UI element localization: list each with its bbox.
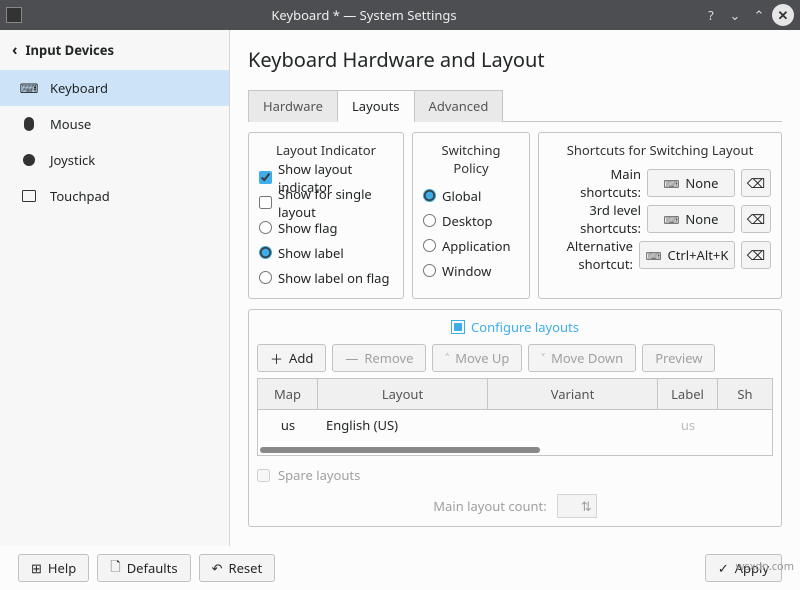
group-title: Layout Indicator: [259, 141, 393, 159]
sidebar-item-touchpad[interactable]: Touchpad: [0, 178, 229, 214]
app-icon: [6, 7, 22, 23]
sidebar-item-label: Mouse: [50, 115, 91, 133]
page-title: Keyboard Hardware and Layout: [248, 46, 782, 73]
checkbox-spare-layouts: [257, 469, 270, 482]
clear-third-shortcut[interactable]: ⌫: [741, 205, 771, 233]
col-map[interactable]: Map: [258, 379, 318, 409]
clear-main-shortcut[interactable]: ⌫: [741, 169, 771, 197]
keyboard-icon: [663, 210, 679, 228]
chevron-left-icon: ‹: [12, 40, 17, 60]
plus-icon: ＋: [270, 349, 283, 368]
group-shortcuts: Shortcuts for Switching Layout Main shor…: [538, 132, 782, 299]
opt-show-label[interactable]: Show label: [259, 240, 393, 265]
sidebar-item-joystick[interactable]: Joystick: [0, 142, 229, 178]
opt-global[interactable]: Global: [423, 183, 519, 208]
col-label[interactable]: Label: [658, 379, 718, 409]
opt-application[interactable]: Application: [423, 233, 519, 258]
tab-hardware[interactable]: Hardware: [248, 90, 338, 122]
sidebar-item-keyboard[interactable]: ⌨ Keyboard: [0, 70, 229, 106]
remove-button[interactable]: —Remove: [332, 344, 426, 372]
chevron-down-icon: ˅: [541, 349, 545, 367]
keyboard-icon: ⌨: [20, 79, 38, 97]
keyboard-icon: [663, 174, 679, 192]
watermark: wsxdn.com: [736, 559, 794, 574]
alt-shortcut-button[interactable]: Ctrl+Alt+K: [639, 241, 735, 269]
chevron-up-icon: ˄: [445, 349, 449, 367]
tab-layouts[interactable]: Layouts: [337, 90, 415, 122]
third-shortcut-button[interactable]: None: [647, 205, 735, 233]
radio-show-label[interactable]: [259, 246, 272, 259]
radio-global[interactable]: [423, 189, 436, 202]
group-layout-indicator: Layout Indicator Show layout indicator S…: [248, 132, 404, 299]
titlebar: Keyboard * — System Settings ? ⌄ ⌃ ✕: [0, 0, 800, 30]
opt-show-for-single[interactable]: Show for single layout: [259, 190, 393, 215]
tabs: Hardware Layouts Advanced: [248, 89, 782, 122]
radio-show-flag[interactable]: [259, 221, 272, 234]
help-button[interactable]: ?: [700, 4, 722, 26]
footer: ⊞Help 🗋Defaults ↶Reset ✓Apply: [0, 546, 800, 590]
radio-show-label-on-flag[interactable]: [259, 271, 272, 284]
radio-window[interactable]: [423, 264, 436, 277]
tab-advanced[interactable]: Advanced: [414, 90, 504, 122]
move-up-button[interactable]: ˄Move Up: [432, 344, 522, 372]
sidebar-item-label: Keyboard: [50, 79, 108, 97]
label-main-shortcuts: Main shortcuts:: [549, 165, 641, 201]
add-button[interactable]: ＋Add: [257, 344, 326, 372]
horizontal-scrollbar[interactable]: [260, 447, 770, 453]
radio-desktop[interactable]: [423, 214, 436, 227]
close-button[interactable]: ✕: [772, 4, 794, 26]
back-button[interactable]: ‹ Input Devices: [0, 30, 229, 70]
document-icon: 🗋: [110, 557, 120, 580]
joystick-icon: [20, 153, 38, 167]
opt-desktop[interactable]: Desktop: [423, 208, 519, 233]
window-title: Keyboard * — System Settings: [30, 6, 698, 24]
main-shortcut-button[interactable]: None: [647, 169, 735, 197]
minimize-button[interactable]: ⌄: [724, 4, 746, 26]
maximize-button[interactable]: ⌃: [748, 4, 770, 26]
group-title: Switching Policy: [423, 141, 519, 177]
minus-icon: —: [345, 349, 358, 367]
clear-alt-shortcut[interactable]: ⌫: [741, 241, 771, 269]
col-shortcut[interactable]: Sh: [718, 379, 772, 409]
sidebar-item-mouse[interactable]: Mouse: [0, 106, 229, 142]
table-row[interactable]: us English (US) us: [258, 410, 772, 440]
main-layout-count: Main layout count: ⇅: [257, 494, 773, 518]
sidebar-item-label: Joystick: [50, 151, 95, 169]
group-switching-policy: Switching Policy Global Desktop Applicat…: [412, 132, 530, 299]
reset-button[interactable]: ↶Reset: [199, 554, 276, 582]
radio-application[interactable]: [423, 239, 436, 252]
back-label: Input Devices: [25, 41, 114, 59]
opt-window[interactable]: Window: [423, 258, 519, 283]
help-icon: ⊞: [31, 559, 42, 577]
table-header: Map Layout Variant Label Sh: [258, 379, 772, 409]
group-title: Shortcuts for Switching Layout: [549, 141, 771, 159]
checkbox-show-layout-indicator[interactable]: [259, 171, 272, 184]
content: Keyboard Hardware and Layout Hardware La…: [230, 30, 800, 546]
touchpad-icon: [20, 190, 38, 202]
sidebar: ‹ Input Devices ⌨ Keyboard Mouse Joystic…: [0, 30, 230, 546]
group-configure-layouts: Configure layouts ＋Add —Remove ˄Move Up …: [248, 309, 782, 527]
defaults-button[interactable]: 🗋Defaults: [97, 554, 190, 582]
undo-icon: ↶: [212, 559, 223, 577]
label-alt-shortcut: Alternative shortcut:: [549, 237, 633, 273]
layouts-table: Map Layout Variant Label Sh us English (…: [257, 378, 773, 456]
keyboard-icon: [646, 246, 662, 264]
preview-button[interactable]: Preview: [642, 344, 715, 372]
check-icon: ✓: [718, 559, 729, 577]
col-variant[interactable]: Variant: [488, 379, 658, 409]
checkbox-configure-layouts[interactable]: [451, 320, 465, 334]
label-third-shortcuts: 3rd level shortcuts:: [549, 201, 641, 237]
configure-layouts-toggle[interactable]: Configure layouts: [257, 318, 773, 336]
col-layout[interactable]: Layout: [318, 379, 488, 409]
spare-layouts: Spare layouts: [257, 466, 773, 484]
help-button[interactable]: ⊞Help: [18, 554, 89, 582]
main-layout-count-spinner: ⇅: [557, 494, 597, 518]
mouse-icon: [20, 116, 38, 132]
checkbox-show-for-single[interactable]: [259, 196, 272, 209]
move-down-button[interactable]: ˅Move Down: [528, 344, 636, 372]
sidebar-item-label: Touchpad: [50, 187, 110, 205]
opt-show-label-on-flag[interactable]: Show label on flag: [259, 265, 393, 290]
